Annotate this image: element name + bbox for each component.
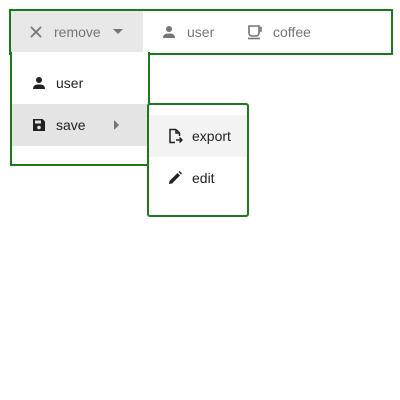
person-icon — [31, 75, 47, 91]
submenu-item-export[interactable]: export — [149, 115, 247, 157]
menubar-item-label: coffee — [273, 24, 311, 40]
submenu-item-edit[interactable]: edit — [149, 157, 247, 199]
person-icon — [161, 24, 177, 40]
menubar-item-coffee[interactable]: coffee — [231, 11, 323, 53]
submenu-save: export edit — [147, 103, 249, 217]
dropdown-item-save[interactable]: save — [12, 104, 148, 146]
submenu-item-label: edit — [192, 170, 215, 186]
menubar: remove user coffee — [9, 9, 393, 55]
close-icon — [28, 24, 44, 40]
menubar-item-label: remove — [54, 24, 101, 40]
menubar-item-user[interactable]: user — [143, 11, 231, 53]
pencil-icon — [167, 170, 183, 186]
dropdown-item-label: save — [56, 117, 86, 133]
caret-right-icon — [114, 120, 122, 130]
menubar-item-label: user — [187, 24, 215, 40]
dropdown-item-label: user — [56, 75, 84, 91]
save-icon — [31, 117, 47, 133]
caret-down-icon — [112, 27, 123, 37]
dropdown-menu: user save — [10, 52, 150, 166]
menubar-item-remove[interactable]: remove — [11, 11, 143, 53]
submenu-item-label: export — [192, 128, 231, 144]
file-export-icon — [167, 128, 183, 144]
coffee-icon — [247, 24, 263, 40]
dropdown-item-user[interactable]: user — [12, 62, 148, 104]
